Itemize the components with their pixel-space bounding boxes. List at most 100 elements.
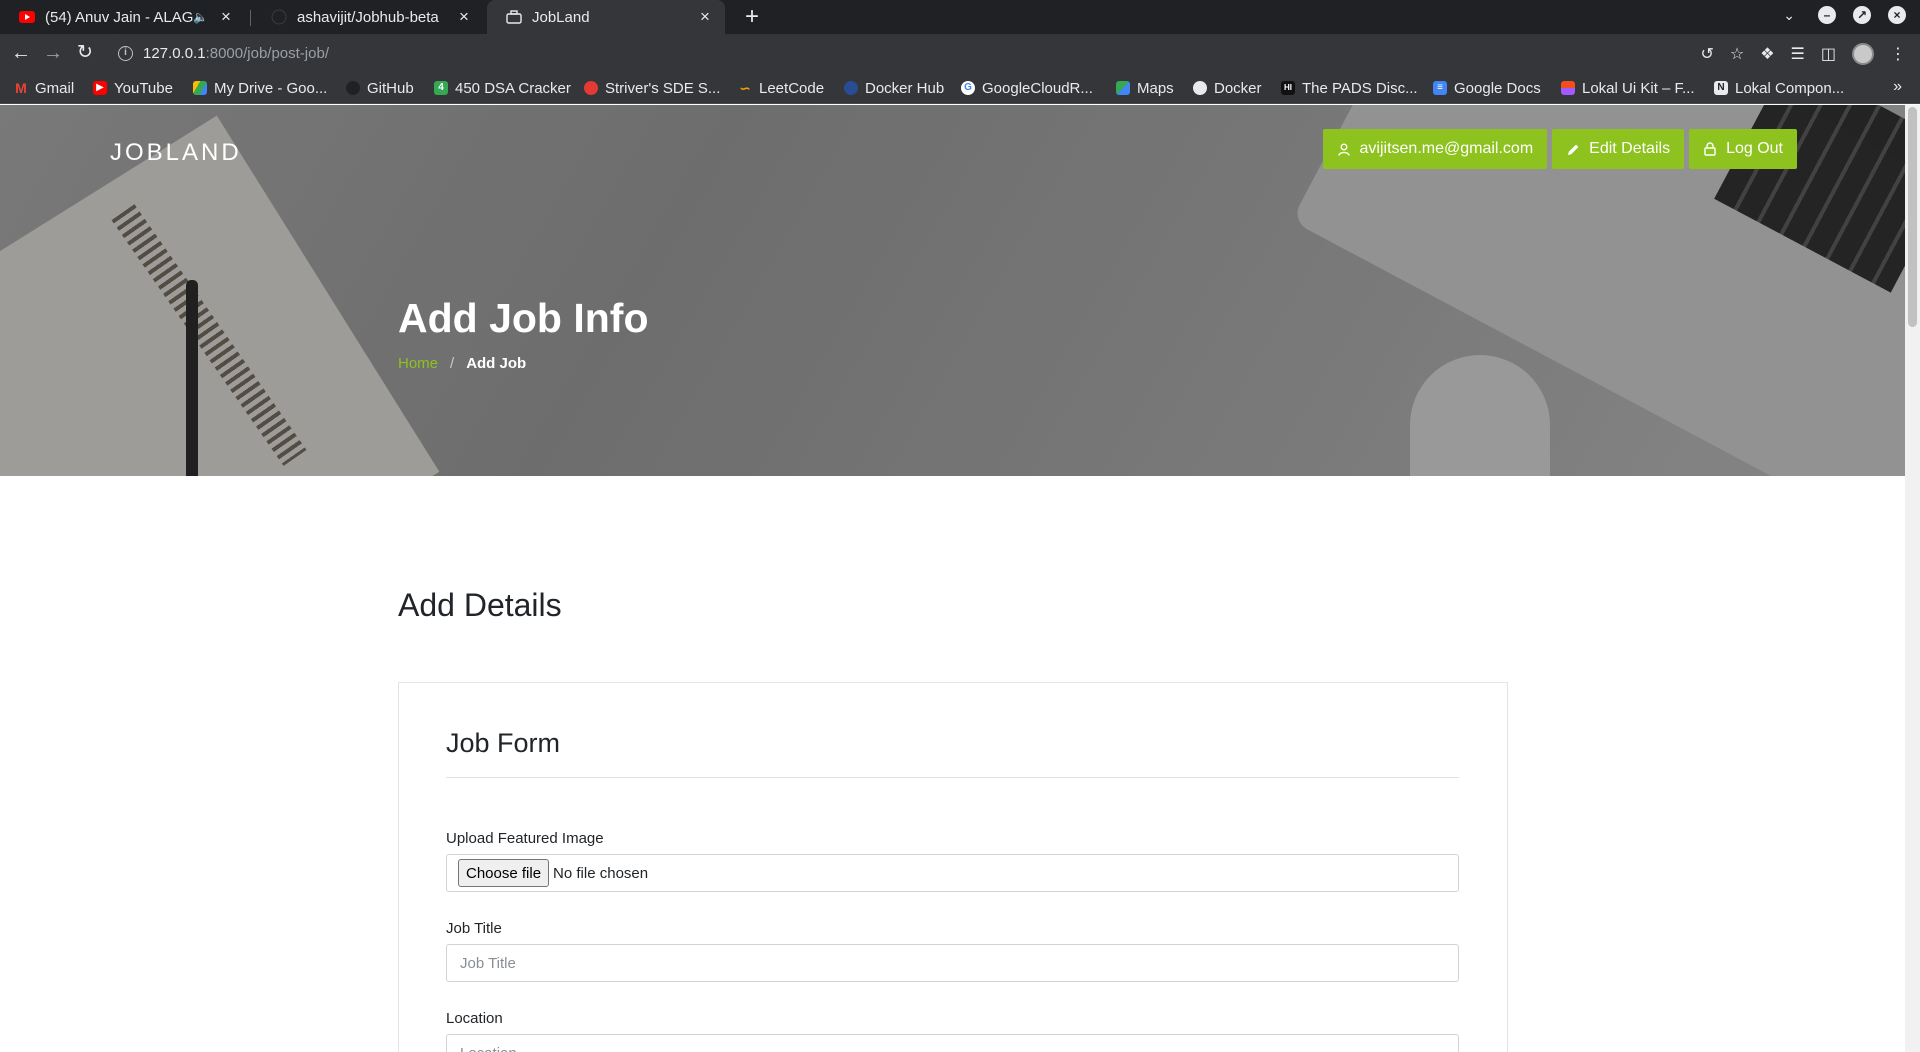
breadcrumb-home-link[interactable]: Home bbox=[398, 355, 438, 372]
form-title: Job Form bbox=[446, 728, 561, 758]
bookmark-maps[interactable]: Maps bbox=[1116, 78, 1174, 98]
address-bar[interactable]: i 127.0.0.1 :8000/job/post-job/ bbox=[110, 38, 1690, 68]
bookmark-label: LeetCode bbox=[759, 79, 825, 97]
close-icon[interactable]: × bbox=[695, 7, 715, 27]
pencil-icon bbox=[1566, 142, 1580, 156]
bookmark-label: Google Docs bbox=[1454, 79, 1541, 97]
bookmark-googlecloud[interactable]: G GoogleCloudR... bbox=[961, 78, 1093, 98]
breadcrumb: Home / Add Job bbox=[398, 355, 526, 372]
bookmark-pads[interactable]: HI The PADS Disc... bbox=[1281, 78, 1418, 98]
tab-title: (54) Anuv Jain - ALAG A bbox=[45, 8, 194, 26]
bookmark-leetcode[interactable]: ∽ LeetCode bbox=[738, 78, 824, 98]
bookmark-label: Lokal Ui Kit – F... bbox=[1582, 79, 1695, 97]
breadcrumb-current: Add Job bbox=[466, 355, 527, 372]
section-title: Add Details bbox=[398, 587, 562, 623]
close-window-icon[interactable]: × bbox=[1888, 6, 1906, 24]
side-panel-icon[interactable]: ◫ bbox=[1821, 44, 1836, 64]
lock-icon bbox=[1703, 142, 1717, 156]
close-icon[interactable]: × bbox=[454, 7, 474, 27]
tab-jobland[interactable]: JobLand × bbox=[487, 0, 725, 34]
form-divider bbox=[446, 777, 1459, 778]
edit-details-button[interactable]: Edit Details bbox=[1552, 129, 1685, 169]
featured-image-file-input[interactable]: Choose file No file chosen bbox=[446, 854, 1459, 892]
restore-icon[interactable]: ↗ bbox=[1853, 6, 1871, 24]
dockerhub-icon bbox=[844, 81, 858, 95]
bookmark-striver[interactable]: Striver's SDE S... bbox=[584, 78, 720, 98]
choose-file-button[interactable]: Choose file bbox=[458, 859, 550, 887]
docs-icon: ≡ bbox=[1433, 81, 1447, 95]
bookmark-lokal-components[interactable]: N Lokal Compon... bbox=[1714, 78, 1844, 98]
hero-banner: JOBLAND avijitsen.me@gmail.com Edit Deta… bbox=[0, 105, 1905, 476]
bookmark-docker[interactable]: Docker bbox=[1193, 78, 1262, 98]
speaker-icon[interactable]: 🔈 bbox=[193, 10, 208, 24]
bookmark-star-icon[interactable]: ☆ bbox=[1730, 44, 1744, 64]
log-out-label: Log Out bbox=[1726, 140, 1783, 157]
gmail-icon: M bbox=[15, 80, 27, 96]
google-icon: G bbox=[961, 81, 975, 95]
back-icon[interactable]: ← bbox=[8, 40, 34, 66]
bookmark-github[interactable]: GitHub bbox=[346, 78, 414, 98]
user-email-button[interactable]: avijitsen.me@gmail.com bbox=[1322, 129, 1548, 169]
file-status: No file chosen bbox=[553, 864, 649, 882]
bookmark-drive[interactable]: My Drive - Goo... bbox=[193, 78, 327, 98]
bookmark-label: Docker Hub bbox=[865, 79, 945, 97]
bookmark-label: Striver's SDE S... bbox=[605, 79, 721, 97]
bookmark-youtube[interactable]: ▶ YouTube bbox=[93, 78, 173, 98]
url-host: 127.0.0.1 bbox=[143, 44, 206, 62]
url-path: :8000/job/post-job/ bbox=[205, 44, 329, 62]
scrollbar-thumb[interactable] bbox=[1908, 107, 1917, 327]
bookmark-dockerhub[interactable]: Docker Hub bbox=[844, 78, 944, 98]
maps-icon bbox=[1116, 81, 1130, 95]
forward-icon[interactable]: → bbox=[40, 40, 66, 66]
menu-icon[interactable]: ⋮ bbox=[1890, 44, 1906, 64]
browser-tab-bar: (54) Anuv Jain - ALAG A 🔈 × ashavijit/Jo… bbox=[0, 0, 1920, 34]
job-title-label: Job Title bbox=[446, 920, 502, 937]
bookmarks-overflow-icon[interactable]: » bbox=[1893, 78, 1902, 96]
youtube-icon bbox=[19, 9, 35, 25]
job-form-card: Job Form Upload Featured Image Choose fi… bbox=[398, 682, 1508, 1052]
bookmark-label: GitHub bbox=[367, 79, 414, 97]
edit-details-label: Edit Details bbox=[1589, 140, 1671, 157]
figma-icon bbox=[1561, 81, 1575, 95]
location-input[interactable]: Location bbox=[446, 1034, 1459, 1052]
drive-icon bbox=[193, 81, 207, 95]
page-scrollbar[interactable] bbox=[1905, 105, 1920, 1052]
github-icon bbox=[271, 9, 287, 25]
bookmark-label: Gmail bbox=[35, 79, 75, 97]
toolbar-actions: ↺ ☆ ❖ ☰ ◫ ⋮ bbox=[1700, 43, 1906, 65]
window-controls: ⌄ – ↗ × bbox=[1783, 6, 1906, 24]
job-title-input[interactable]: Job Title bbox=[446, 944, 1459, 982]
pads-icon: HI bbox=[1281, 81, 1295, 95]
info-icon[interactable]: i bbox=[118, 45, 133, 61]
bookmark-lokal-ui[interactable]: Lokal Ui Kit – F... bbox=[1561, 78, 1695, 98]
bookmark-gmail[interactable]: M Gmail bbox=[14, 78, 74, 98]
bookmark-label: 450 DSA Cracker bbox=[455, 79, 571, 97]
bookmark-label: Maps bbox=[1137, 79, 1174, 97]
user-icon bbox=[1337, 142, 1351, 156]
site-logo[interactable]: JOBLAND bbox=[110, 139, 242, 167]
breadcrumb-separator: / bbox=[450, 355, 455, 372]
briefcase-icon bbox=[506, 9, 522, 25]
extensions-icon[interactable]: ❖ bbox=[1760, 44, 1774, 64]
bookmark-label: GoogleCloudR... bbox=[982, 79, 1093, 97]
bookmarks-bar: M Gmail ▶ YouTube My Drive - Goo... GitHub… bbox=[0, 72, 1920, 104]
close-icon[interactable]: × bbox=[216, 7, 236, 27]
bookmark-label: The PADS Disc... bbox=[1302, 79, 1418, 97]
header-actions: avijitsen.me@gmail.com Edit Details Log … bbox=[1322, 129, 1797, 169]
tab-github[interactable]: ashavijit/Jobhub-beta × bbox=[252, 0, 484, 34]
media-icon[interactable]: ☰ bbox=[1791, 44, 1805, 64]
leetcode-icon: ∽ bbox=[739, 80, 751, 96]
reload-icon[interactable]: ↻ bbox=[72, 40, 98, 66]
minimize-icon[interactable]: – bbox=[1818, 6, 1836, 24]
bookmark-label: Docker bbox=[1214, 79, 1262, 97]
new-tab-button[interactable]: + bbox=[738, 4, 766, 30]
browser-toolbar: ← → ↻ i 127.0.0.1 :8000/job/post-job/ ↺ … bbox=[0, 34, 1920, 72]
bookmark-docs[interactable]: ≡ Google Docs bbox=[1433, 78, 1541, 98]
share-icon[interactable]: ↺ bbox=[1700, 44, 1713, 64]
bookmark-dsa[interactable]: 4 450 DSA Cracker bbox=[434, 78, 571, 98]
profile-avatar[interactable] bbox=[1852, 43, 1874, 65]
tab-search-icon[interactable]: ⌄ bbox=[1783, 7, 1795, 24]
featured-image-label: Upload Featured Image bbox=[446, 830, 604, 847]
log-out-button[interactable]: Log Out bbox=[1689, 129, 1797, 169]
tab-youtube[interactable]: (54) Anuv Jain - ALAG A 🔈 × bbox=[0, 0, 246, 34]
